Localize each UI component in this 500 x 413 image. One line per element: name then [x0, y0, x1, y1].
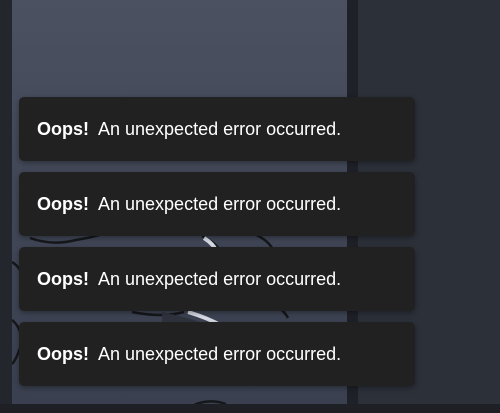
toast-title: Oops! — [37, 193, 89, 214]
toast-message: An unexpected error occurred. — [98, 268, 342, 289]
error-toast[interactable]: Oops! An unexpected error occurred. — [19, 172, 415, 236]
error-toast[interactable]: Oops! An unexpected error occurred. — [19, 97, 415, 161]
toast-message: An unexpected error occurred. — [98, 343, 342, 364]
notification-stack: Oops! An unexpected error occurred. Oops… — [19, 97, 415, 397]
error-toast[interactable]: Oops! An unexpected error occurred. — [19, 322, 415, 386]
toast-message: An unexpected error occurred. — [98, 118, 342, 139]
error-toast[interactable]: Oops! An unexpected error occurred. — [19, 247, 415, 311]
toast-message: An unexpected error occurred. — [98, 193, 342, 214]
toast-title: Oops! — [37, 343, 89, 364]
bottom-bar — [0, 404, 500, 413]
left-edge-panel — [0, 0, 12, 413]
toast-title: Oops! — [37, 118, 89, 139]
toast-title: Oops! — [37, 268, 89, 289]
